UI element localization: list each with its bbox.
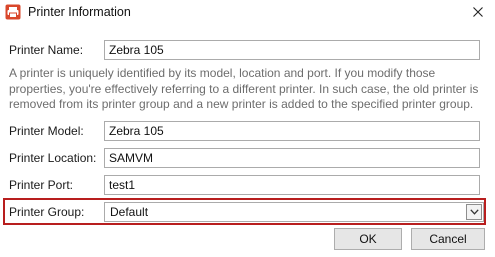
printer-location-label: Printer Location: <box>9 151 97 165</box>
printer-group-selected-value: Default <box>110 205 149 219</box>
dropdown-button[interactable] <box>466 204 482 220</box>
printer-model-label: Printer Model: <box>9 124 84 138</box>
ok-button[interactable]: OK <box>334 228 402 250</box>
printer-port-field[interactable] <box>104 175 480 195</box>
window-title: Printer Information <box>28 5 131 19</box>
printer-port-label: Printer Port: <box>9 178 74 192</box>
printer-name-label: Printer Name: <box>9 43 84 57</box>
close-icon <box>473 7 483 17</box>
printer-model-field[interactable] <box>104 121 480 141</box>
chevron-down-icon <box>469 209 479 215</box>
printer-name-field[interactable] <box>104 40 480 60</box>
close-button[interactable] <box>461 0 495 24</box>
description-text: A printer is uniquely identified by its … <box>9 66 479 111</box>
printer-location-field[interactable] <box>104 148 480 168</box>
printer-app-icon <box>5 4 21 20</box>
title-bar: Printer Information <box>0 0 495 26</box>
cancel-button[interactable]: Cancel <box>411 228 485 250</box>
printer-group-label: Printer Group: <box>9 205 85 219</box>
printer-group-select[interactable]: Default <box>104 202 484 222</box>
